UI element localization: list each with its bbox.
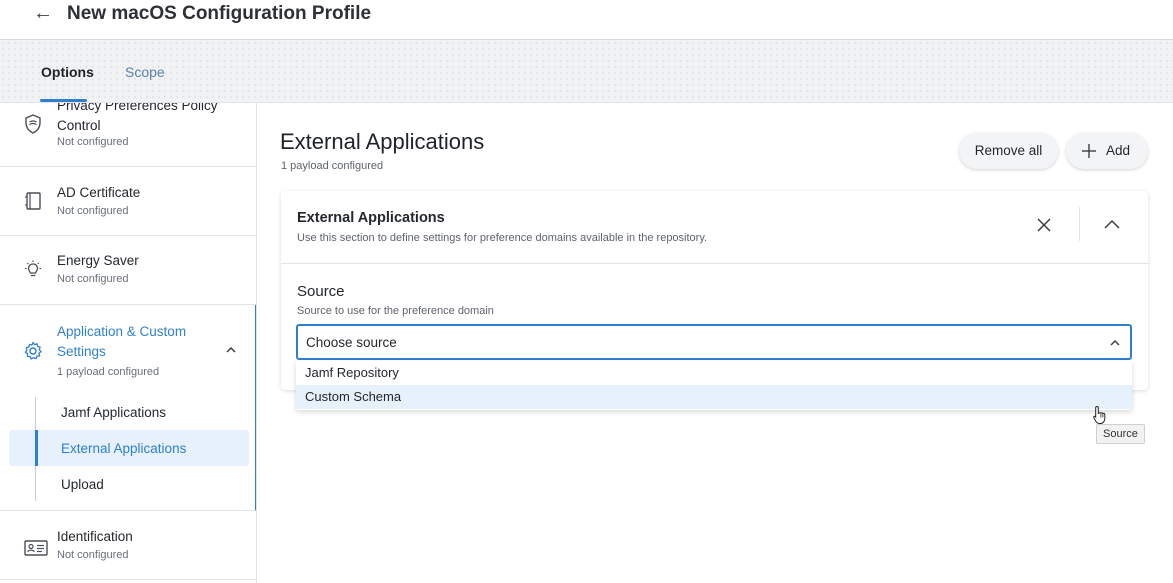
chevron-up-icon[interactable] xyxy=(224,343,238,357)
sidebar-item-status: Not configured xyxy=(57,205,129,217)
subnav-item-external-applications[interactable]: External Applications xyxy=(61,441,186,456)
sidebar-item-status: 1 payload configured xyxy=(57,366,160,378)
header-divider xyxy=(1079,207,1080,241)
shield-icon xyxy=(25,114,41,134)
sidebar-item-status: Not configured xyxy=(57,136,129,148)
payload-card-header: External Applications Use this section t… xyxy=(281,191,1148,264)
sidebar-item-ad-certificate[interactable]: AD Certificate Not configured xyxy=(0,167,256,236)
sidebar-item-label: Energy Saver xyxy=(57,253,139,268)
tooltip: Source xyxy=(1096,424,1145,444)
source-field-label: Source xyxy=(297,283,345,300)
tab-scope[interactable]: Scope xyxy=(125,64,165,80)
plus-icon xyxy=(1082,144,1096,158)
gear-icon xyxy=(24,341,42,360)
source-select-value: Choose source xyxy=(306,335,397,350)
subnav-item-upload[interactable]: Upload xyxy=(61,477,104,492)
subnav-item-jamf-applications[interactable]: Jamf Applications xyxy=(61,405,166,420)
chevron-up-icon xyxy=(1110,339,1120,346)
subnav-active-indicator xyxy=(35,430,38,466)
sidebar-item-label: Privacy Preferences Policy Control xyxy=(57,103,218,133)
active-tab-indicator xyxy=(40,99,87,102)
sidebar-item-label: Identification xyxy=(57,529,133,544)
sidebar-item-label: AD Certificate xyxy=(57,185,141,200)
payload-card-title: External Applications xyxy=(297,210,445,226)
source-select[interactable]: Choose source xyxy=(296,324,1132,360)
section-payload-count: 1 payload configured xyxy=(281,160,384,172)
sidebar-item-status: Not configured xyxy=(57,549,129,561)
add-button[interactable]: Add xyxy=(1066,133,1148,169)
hand-pointer-cursor-icon xyxy=(1093,405,1106,424)
source-option-jamf-repository[interactable]: Jamf Repository xyxy=(296,361,1132,385)
certificate-icon xyxy=(25,192,41,210)
tab-bar: Options Scope xyxy=(0,40,1173,103)
payload-sidebar: Privacy Preferences Policy Control Not c… xyxy=(0,103,257,583)
page-title: New macOS Configuration Profile xyxy=(67,3,372,24)
page-header: ← New macOS Configuration Profile xyxy=(0,0,1173,40)
sidebar-item-status: Not configured xyxy=(57,273,129,285)
source-dropdown-menu: Jamf Repository Custom Schema xyxy=(296,361,1132,410)
section-title: External Applications xyxy=(280,129,485,154)
chevron-up-icon[interactable] xyxy=(1103,216,1121,234)
back-arrow-icon[interactable]: ← xyxy=(30,2,56,24)
sidebar-item-label: Application & Custom Settings xyxy=(57,324,187,359)
lightbulb-icon xyxy=(25,260,41,277)
add-button-label: Add xyxy=(1106,143,1131,158)
payload-card-description: Use this section to define settings for … xyxy=(297,232,708,244)
source-field-help: Source to use for the preference domain xyxy=(297,305,494,317)
sidebar-item-application-custom-settings[interactable]: Application & Custom Settings 1 payload … xyxy=(0,305,256,511)
tab-options[interactable]: Options xyxy=(41,64,94,80)
remove-all-button[interactable]: Remove all xyxy=(959,133,1058,169)
source-option-custom-schema[interactable]: Custom Schema xyxy=(296,385,1132,409)
id-card-icon xyxy=(24,540,48,556)
sidebar-item-privacy-preferences[interactable]: Privacy Preferences Policy Control Not c… xyxy=(0,103,256,167)
sidebar-item-energy-saver[interactable]: Energy Saver Not configured xyxy=(0,236,256,305)
close-icon[interactable] xyxy=(1035,216,1053,234)
sidebar-item-identification[interactable]: Identification Not configured xyxy=(0,511,256,580)
